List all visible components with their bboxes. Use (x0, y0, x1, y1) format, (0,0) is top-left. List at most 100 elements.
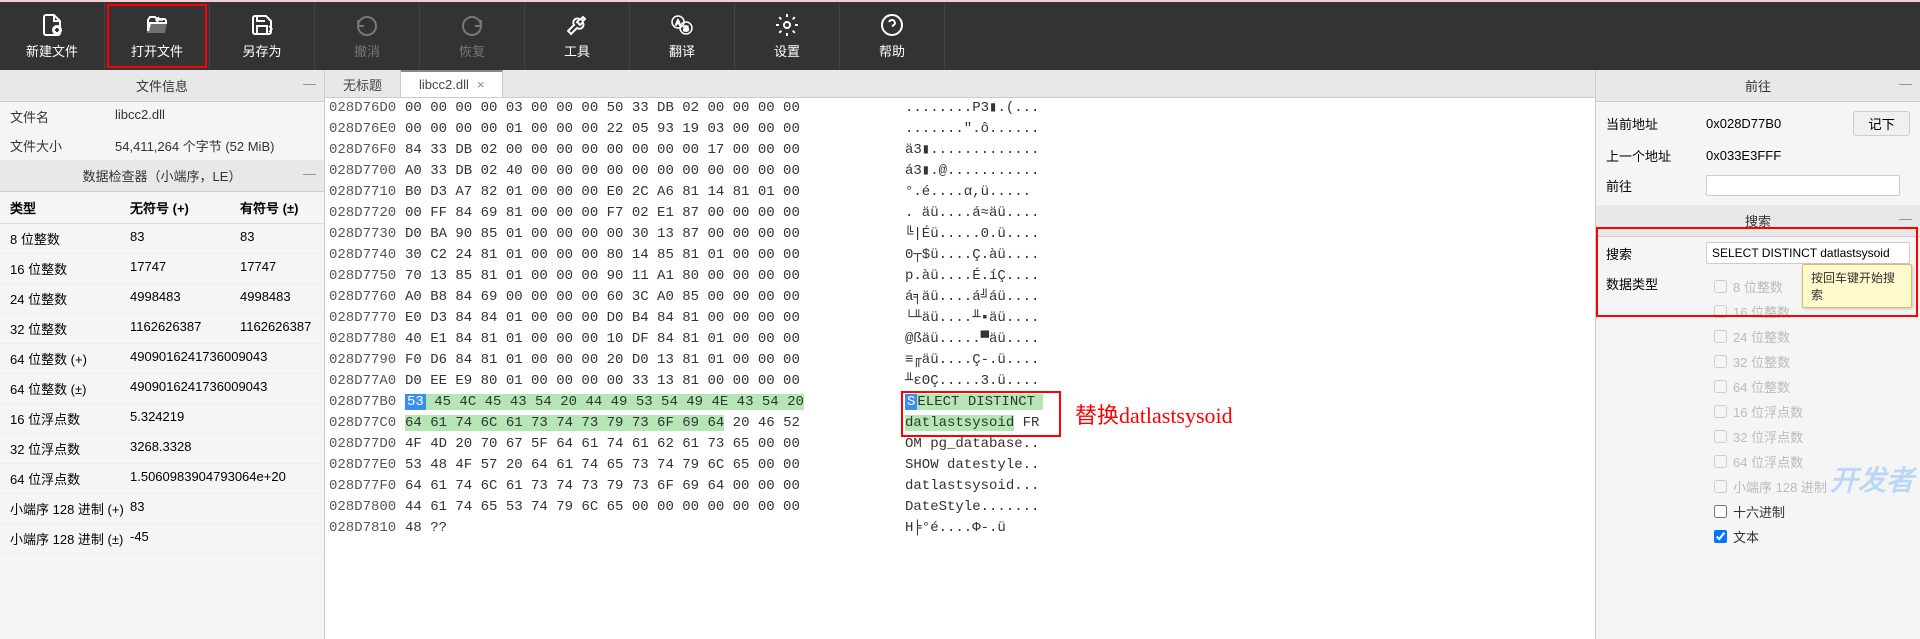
hex-ascii[interactable]: ä3▮............. (890, 140, 1039, 161)
hex-bytes[interactable]: 70 13 85 81 01 00 00 00 90 11 A1 80 00 0… (405, 266, 890, 287)
hex-row[interactable]: 028D77A0D0 EE E9 80 01 00 00 00 00 33 13… (325, 371, 1595, 392)
type-label: 文本 (1733, 527, 1759, 546)
hex-ascii[interactable]: ╚|Éü.....0.ü.... (890, 224, 1039, 245)
collapse-icon[interactable]: — (1899, 211, 1912, 226)
type-checkbox[interactable] (1714, 530, 1727, 543)
insp-type: 8 位整数 (10, 229, 130, 248)
hex-ascii[interactable]: OM pg_database.. (890, 434, 1039, 455)
hex-bytes[interactable]: 64 61 74 6C 61 73 74 73 79 73 6F 69 64 2… (405, 413, 890, 434)
hex-row[interactable]: 028D7730D0 BA 90 85 01 00 00 00 00 30 13… (325, 224, 1595, 245)
hex-offset: 028D77B0 (325, 392, 405, 413)
search-type-row[interactable]: 文本 (1714, 524, 1902, 549)
hex-ascii[interactable]: datlastsysoid... (890, 476, 1039, 497)
hex-bytes[interactable]: A0 B8 84 69 00 00 00 00 60 3C A0 85 00 0… (405, 287, 890, 308)
hex-bytes[interactable]: 53 45 4C 45 43 54 20 44 49 53 54 49 4E 4… (405, 392, 890, 413)
hex-ascii[interactable]: DateStyle....... (890, 497, 1039, 518)
hex-ascii[interactable]: °.é....α,ü..... (890, 182, 1031, 203)
hex-bytes[interactable]: 48 ?? (405, 518, 890, 539)
inspector-title: 数据检查器（小端序，LE） (83, 169, 242, 184)
insp-type: 64 位整数 (+) (10, 349, 130, 368)
hex-ascii[interactable]: SELECT DISTINCT (890, 392, 1043, 413)
tab[interactable]: libcc2.dll× (401, 70, 503, 97)
insp-type: 小端序 128 进制 (±) (10, 529, 130, 548)
hex-row[interactable]: 028D774030 C2 24 81 01 00 00 00 80 14 85… (325, 245, 1595, 266)
hex-ascii[interactable]: .......".ô...... (890, 119, 1039, 140)
hex-ascii[interactable]: á╕äü....á╝áü.... (890, 287, 1039, 308)
hex-row[interactable]: 028D7700A0 33 DB 02 40 00 00 00 00 00 00… (325, 161, 1595, 182)
hex-ascii[interactable]: p.àü....É.íÇ.... (890, 266, 1039, 287)
toolbar-translate[interactable]: Aあ翻译 (630, 2, 735, 70)
hex-offset: 028D77E0 (325, 455, 405, 476)
hex-bytes[interactable]: 64 61 74 6C 61 73 74 73 79 73 6F 69 64 0… (405, 476, 890, 497)
hex-row[interactable]: 028D77B053 45 4C 45 43 54 20 44 49 53 54… (325, 392, 1595, 413)
type-checkbox[interactable] (1714, 505, 1727, 518)
hex-bytes[interactable]: 30 C2 24 81 01 00 00 00 80 14 85 81 01 0… (405, 245, 890, 266)
file-name-label: 文件名 (10, 107, 115, 126)
collapse-icon[interactable]: — (1899, 76, 1912, 91)
close-icon[interactable]: × (477, 77, 485, 92)
toolbar-file-plus[interactable]: 新建文件 (0, 2, 105, 70)
hex-body[interactable]: 028D76D000 00 00 00 03 00 00 00 50 33 DB… (325, 98, 1595, 639)
hex-ascii[interactable]: SHOW datestyle.. (890, 455, 1039, 476)
hex-row[interactable]: 028D772000 FF 84 69 81 00 00 00 F7 02 E1… (325, 203, 1595, 224)
search-type-row[interactable]: 十六进制 (1714, 499, 1902, 524)
hex-ascii[interactable]: datlastsysoid FR (890, 413, 1039, 434)
hex-row[interactable]: 028D781048 ?? H╞°é....Φ-.ü (325, 518, 1595, 539)
hex-ascii[interactable]: ........P3▮.(... (890, 98, 1039, 119)
hex-bytes[interactable]: 44 61 74 65 53 74 79 6C 65 00 00 00 00 0… (405, 497, 890, 518)
collapse-icon[interactable]: — (303, 166, 316, 181)
type-label: 64 位浮点数 (1733, 452, 1803, 471)
hex-bytes[interactable]: D0 BA 90 85 01 00 00 00 00 30 13 87 00 0… (405, 224, 890, 245)
hex-row[interactable]: 028D77E053 48 4F 57 20 64 61 74 65 73 74… (325, 455, 1595, 476)
hex-row[interactable]: 028D77D04F 4D 20 70 67 5F 64 61 74 61 62… (325, 434, 1595, 455)
hex-bytes[interactable]: E0 D3 84 84 01 00 00 00 D0 B4 84 81 00 0… (405, 308, 890, 329)
search-label: 搜索 (1606, 244, 1706, 263)
toolbar-wrench[interactable]: 工具 (525, 2, 630, 70)
hex-bytes[interactable]: D0 EE E9 80 01 00 00 00 00 33 13 81 00 0… (405, 371, 890, 392)
hex-bytes[interactable]: 53 48 4F 57 20 64 61 74 65 73 74 79 6C 6… (405, 455, 890, 476)
hex-ascii[interactable]: @ßäü.....▀äü.... (890, 329, 1039, 350)
toolbar-folder-open[interactable]: 打开文件 (105, 2, 210, 70)
hex-bytes[interactable]: 40 E1 84 81 01 00 00 00 10 DF 84 81 01 0… (405, 329, 890, 350)
hex-row[interactable]: 028D775070 13 85 81 01 00 00 00 90 11 A1… (325, 266, 1595, 287)
goto-input[interactable] (1706, 175, 1900, 196)
collapse-icon[interactable]: — (303, 76, 316, 91)
toolbar-help[interactable]: 帮助 (840, 2, 945, 70)
hex-row[interactable]: 028D7760A0 B8 84 69 00 00 00 00 60 3C A0… (325, 287, 1595, 308)
note-button[interactable]: 记下 (1853, 111, 1910, 136)
hex-bytes[interactable]: 84 33 DB 02 00 00 00 00 00 00 00 00 17 0… (405, 140, 890, 161)
hex-bytes[interactable]: F0 D6 84 81 01 00 00 00 20 D0 13 81 01 0… (405, 350, 890, 371)
hex-row[interactable]: 028D76E000 00 00 00 01 00 00 00 22 05 93… (325, 119, 1595, 140)
hex-bytes[interactable]: 00 00 00 00 01 00 00 00 22 05 93 19 03 0… (405, 119, 890, 140)
hex-row[interactable]: 028D77C064 61 74 6C 61 73 74 73 79 73 6F… (325, 413, 1595, 434)
hex-ascii[interactable]: └╨äü....╨▪äü.... (890, 308, 1039, 329)
hex-ascii[interactable]: H╞°é....Φ-.ü (890, 518, 1006, 539)
hex-row[interactable]: 028D7710B0 D3 A7 82 01 00 00 00 E0 2C A6… (325, 182, 1595, 203)
hex-ascii[interactable]: ≡╓äü....Ç-.ü.... (890, 350, 1039, 371)
hex-row[interactable]: 028D76F084 33 DB 02 00 00 00 00 00 00 00… (325, 140, 1595, 161)
hex-row[interactable]: 028D76D000 00 00 00 03 00 00 00 50 33 DB… (325, 98, 1595, 119)
search-input[interactable] (1706, 242, 1910, 264)
hex-bytes[interactable]: A0 33 DB 02 40 00 00 00 00 00 00 00 00 0… (405, 161, 890, 182)
hex-ascii[interactable]: ╨εΘÇ.....3.ü.... (890, 371, 1039, 392)
hex-row[interactable]: 028D778040 E1 84 81 01 00 00 00 10 DF 84… (325, 329, 1595, 350)
hex-bytes[interactable]: 00 00 00 00 03 00 00 00 50 33 DB 02 00 0… (405, 98, 890, 119)
hex-bytes[interactable]: 00 FF 84 69 81 00 00 00 F7 02 E1 87 00 0… (405, 203, 890, 224)
toolbar-label: 设置 (774, 41, 800, 60)
toolbar-save[interactable]: 另存为 (210, 2, 315, 70)
hex-row[interactable]: 028D7770E0 D3 84 84 01 00 00 00 D0 B4 84… (325, 308, 1595, 329)
toolbar-gear[interactable]: 设置 (735, 2, 840, 70)
inspector-row: 小端序 128 进制 (+)83 (0, 494, 324, 524)
hex-row[interactable]: 028D7790F0 D6 84 81 01 00 00 00 20 D0 13… (325, 350, 1595, 371)
hex-row[interactable]: 028D77F064 61 74 6C 61 73 74 73 79 73 6F… (325, 476, 1595, 497)
hex-row[interactable]: 028D780044 61 74 65 53 74 79 6C 65 00 00… (325, 497, 1595, 518)
tab-label: 无标题 (343, 78, 382, 93)
hex-ascii[interactable]: . äü....á≈äü.... (890, 203, 1039, 224)
tab[interactable]: 无标题 (325, 70, 401, 97)
hex-ascii[interactable]: 0┬$ü....Ç.àü.... (890, 245, 1039, 266)
hex-bytes[interactable]: 4F 4D 20 70 67 5F 64 61 74 61 62 61 73 6… (405, 434, 890, 455)
hex-bytes[interactable]: B0 D3 A7 82 01 00 00 00 E0 2C A6 81 14 8… (405, 182, 890, 203)
insp-signed (240, 529, 314, 548)
hex-ascii[interactable]: á3▮.@........... (890, 161, 1039, 182)
toolbar-label: 另存为 (242, 41, 281, 60)
